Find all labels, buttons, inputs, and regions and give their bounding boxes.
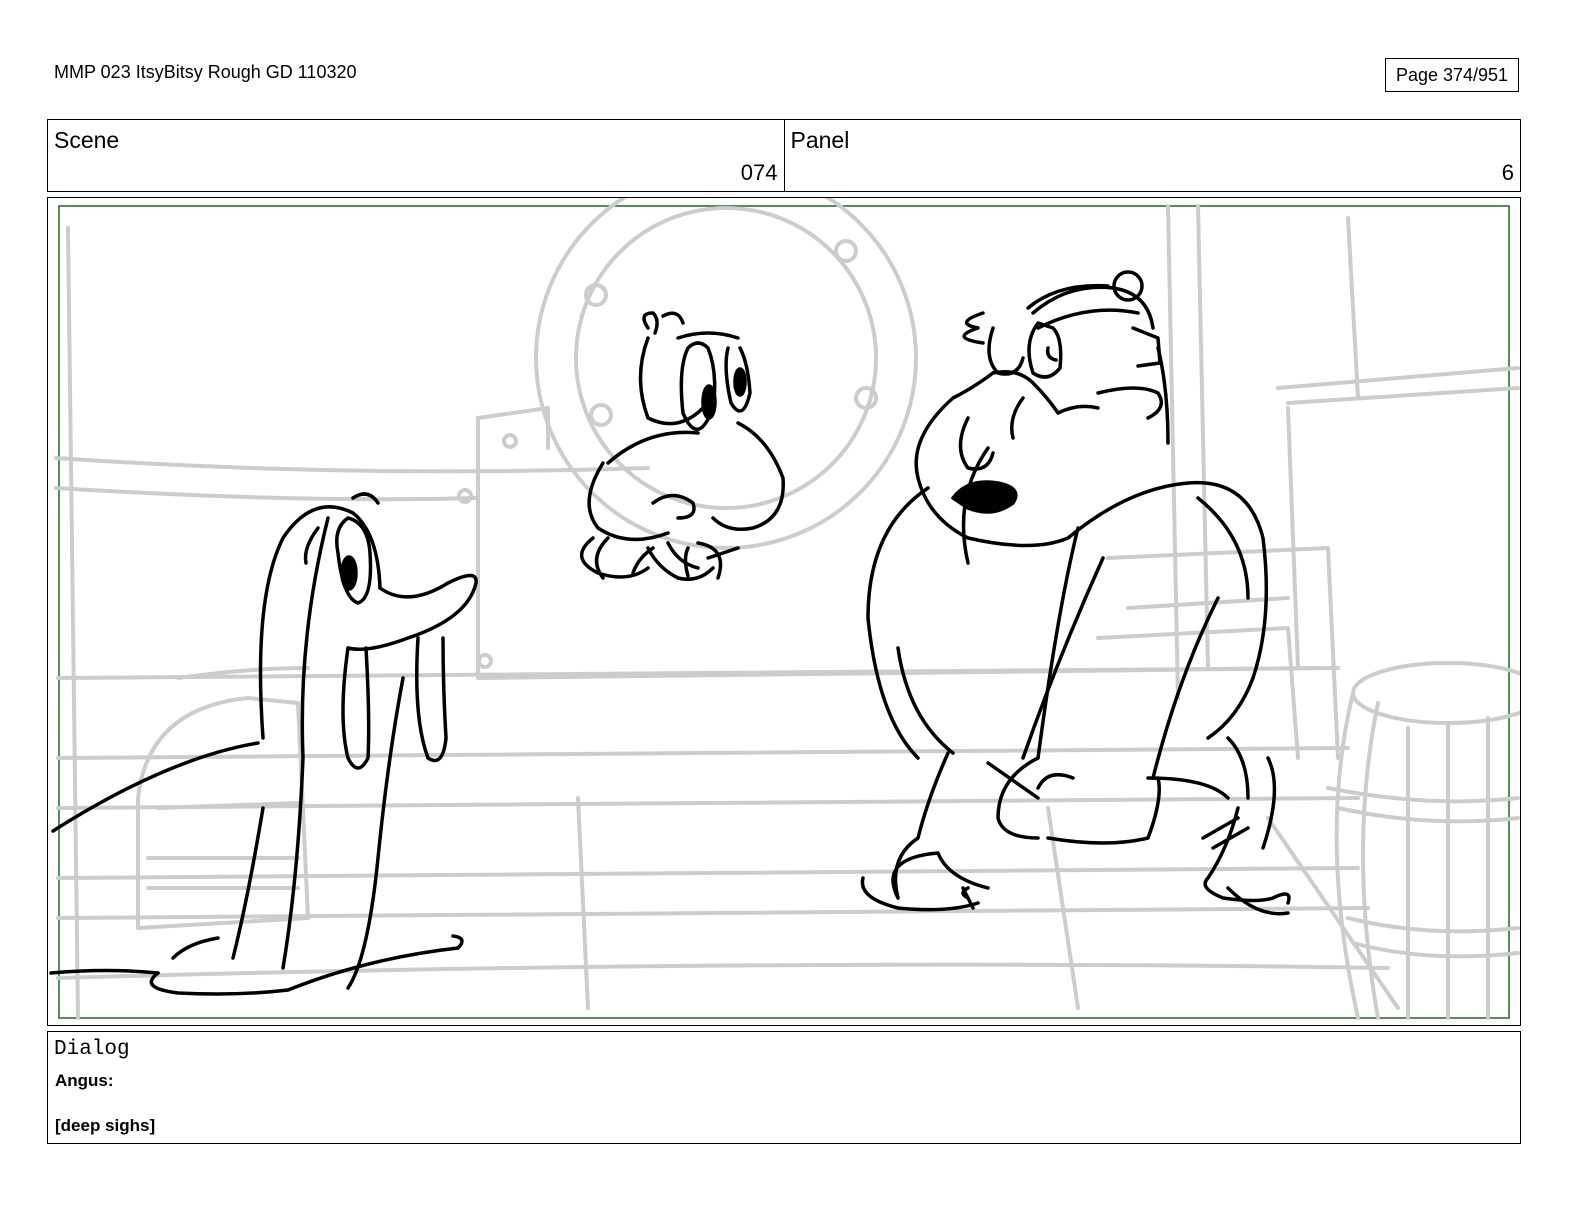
background-layout <box>54 198 1520 1020</box>
scene-panel-header: Scene 074 Panel 6 <box>47 119 1521 192</box>
safe-area-frame <box>58 205 1510 1019</box>
small-creature-character <box>580 311 785 581</box>
scene-label: Scene <box>54 127 120 153</box>
page-number: Page 374/951 <box>1385 58 1519 92</box>
dialog-speaker: Angus: <box>55 1071 114 1090</box>
dialog-box: Dialog Angus: [deep sighs] <box>47 1031 1521 1144</box>
storyboard-drawing <box>49 198 1520 1020</box>
scene-number: 074 <box>740 160 778 185</box>
scene-cell: Scene 074 <box>48 120 784 191</box>
panel-number: 6 <box>1501 160 1514 185</box>
panel-label: Panel <box>790 127 850 153</box>
dialog-label: Dialog <box>54 1038 130 1061</box>
document-title: MMP 023 ItsyBitsy Rough GD 110320 <box>54 62 357 82</box>
panel-cell: Panel 6 <box>783 120 1521 191</box>
storyboard-panel <box>47 197 1521 1026</box>
angus-character <box>860 270 1291 916</box>
dialog-line: [deep sighs] <box>55 1116 156 1135</box>
